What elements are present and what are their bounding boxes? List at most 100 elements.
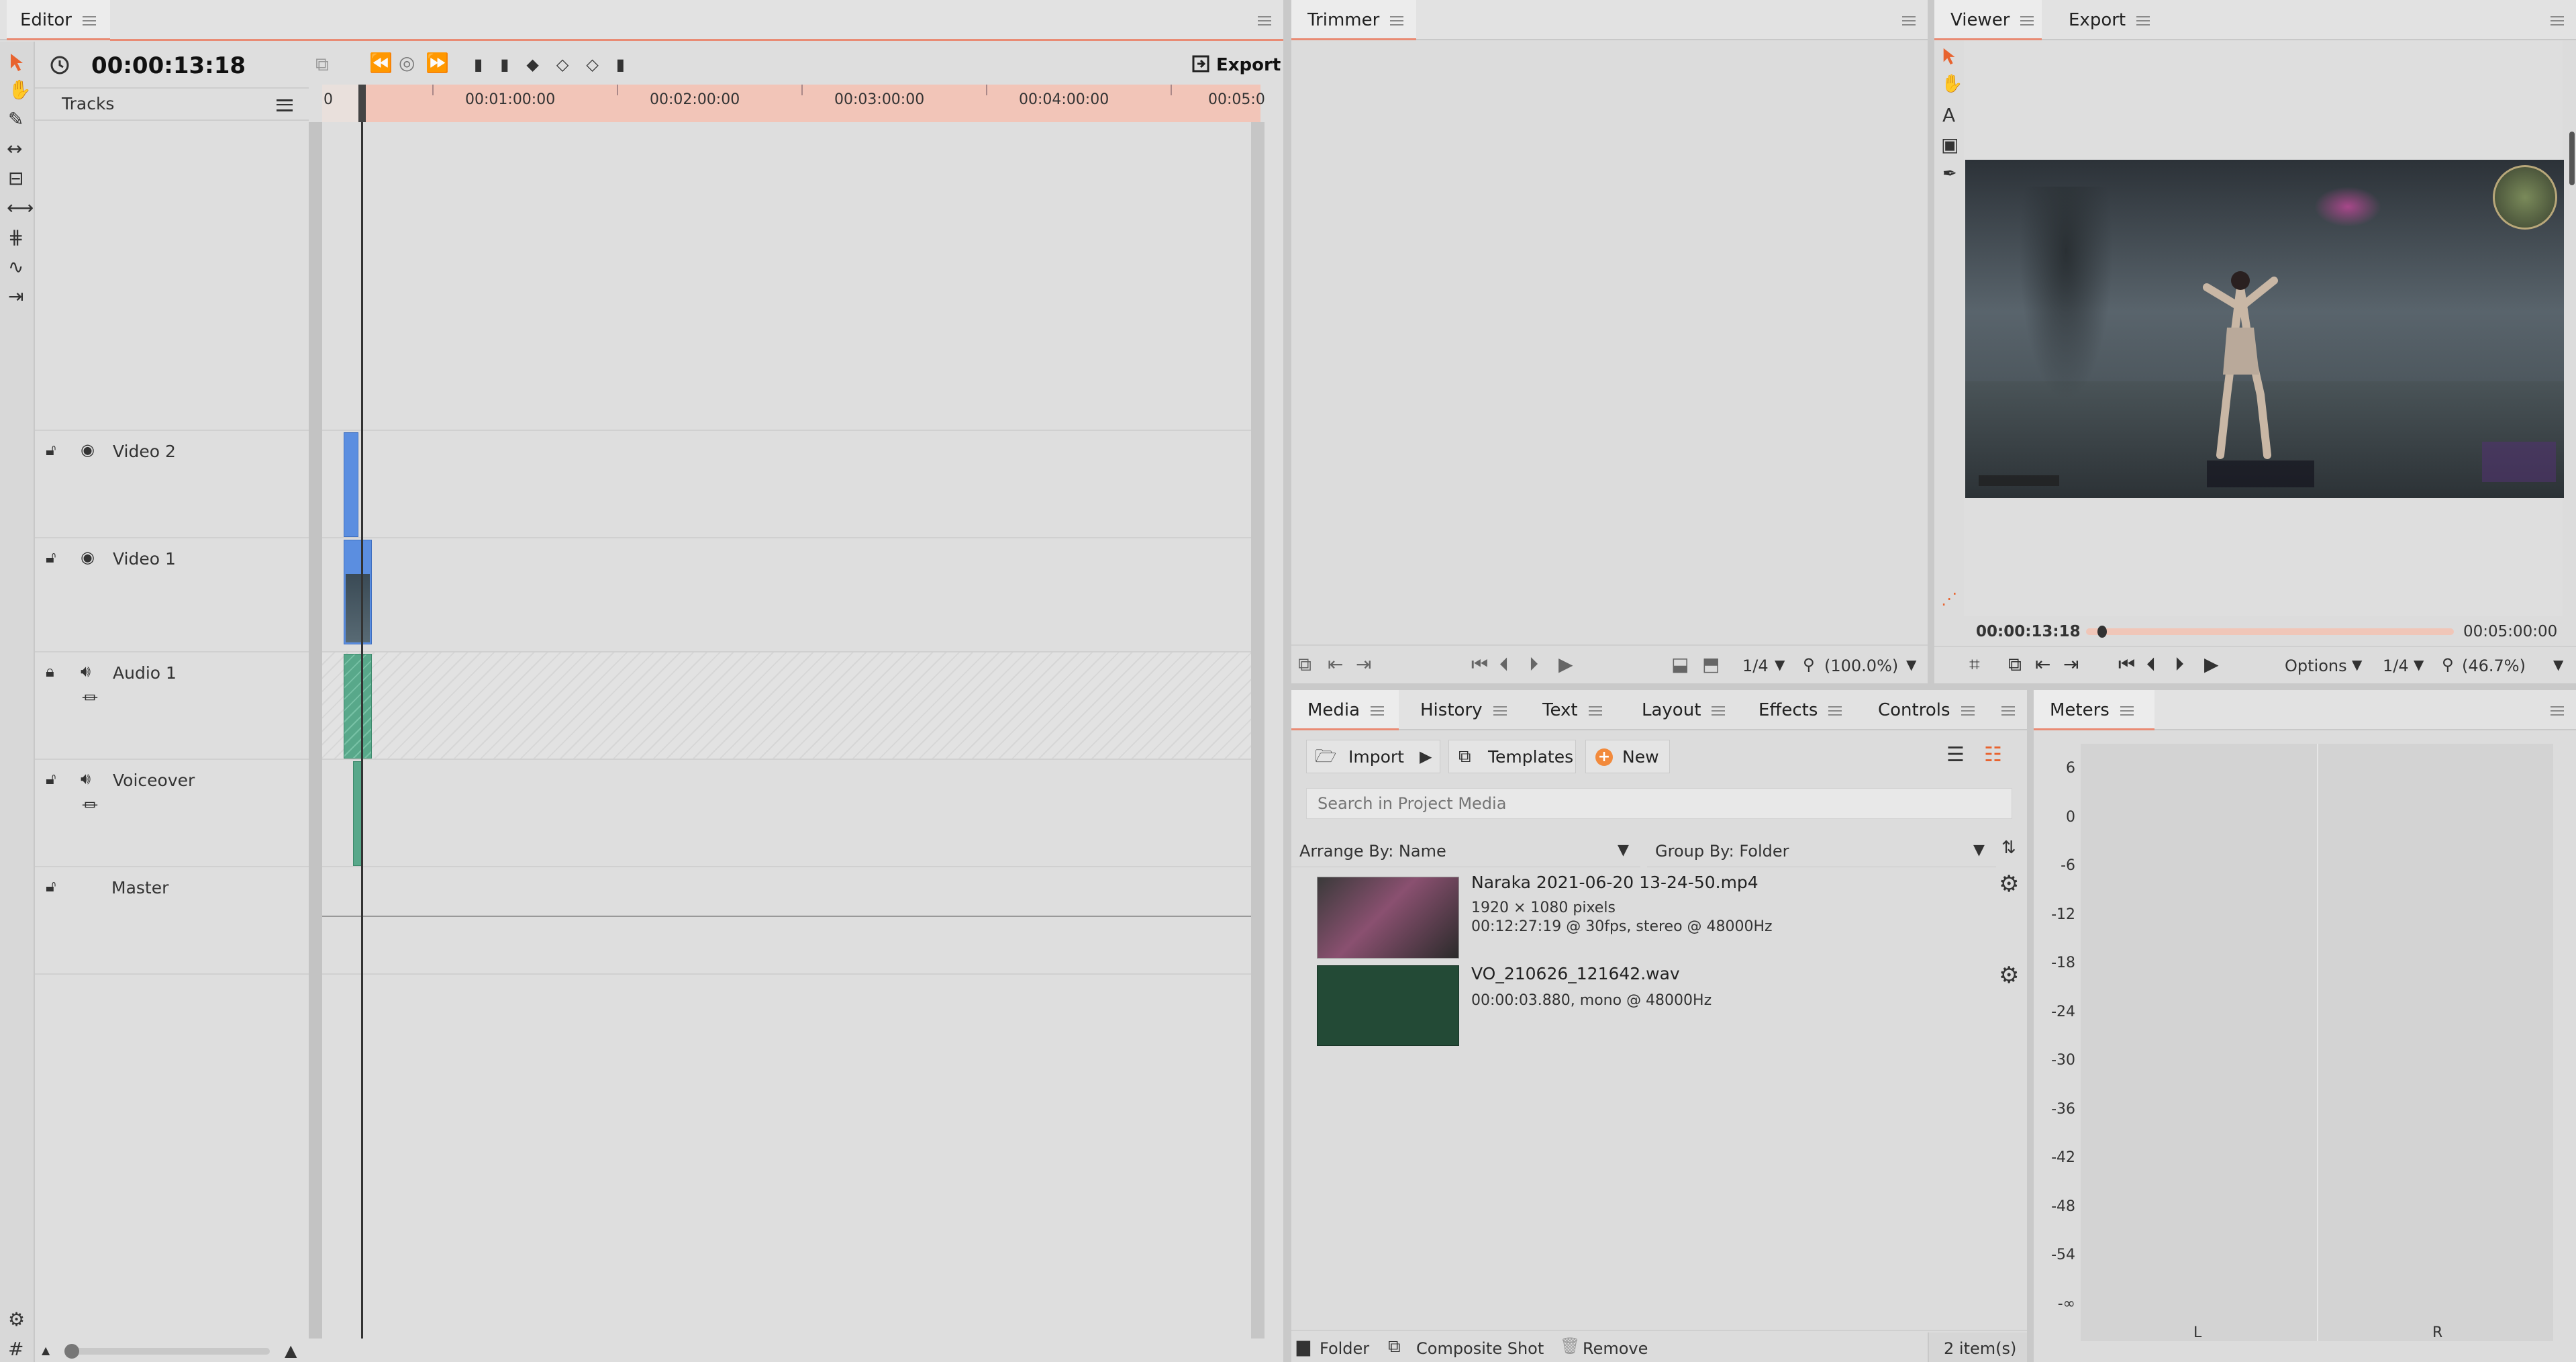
folder-button[interactable]: Folder bbox=[1320, 1339, 1369, 1358]
insert-icon[interactable]: ⇥ bbox=[8, 287, 23, 306]
step-forward-icon[interactable]: ⏵ bbox=[2175, 655, 2184, 674]
lane-audio-1[interactable] bbox=[322, 651, 1251, 759]
zoom-in-icon[interactable]: ▲ bbox=[285, 1343, 297, 1359]
menu-icon[interactable] bbox=[1371, 706, 1385, 716]
lock-icon[interactable]: 🔒︎ bbox=[46, 663, 54, 679]
eye-icon[interactable]: ◉ bbox=[81, 549, 95, 565]
trash-icon[interactable]: 🗑︎ bbox=[1560, 1338, 1580, 1354]
menu-icon[interactable] bbox=[1493, 706, 1507, 716]
slip-icon[interactable]: ↔ bbox=[7, 140, 22, 158]
track-header-audio-1[interactable]: 🔒︎ 🔊︎ Audio 1 ⏛ bbox=[35, 651, 309, 759]
tab-effects[interactable]: Effects bbox=[1758, 690, 1842, 730]
grid-icon[interactable]: # bbox=[8, 1340, 23, 1359]
step-forward-icon[interactable]: ⏵ bbox=[1529, 655, 1538, 674]
panel-menu-icon[interactable] bbox=[2001, 706, 2015, 716]
templates-button[interactable]: ⧉ Templates bbox=[1448, 740, 1576, 773]
ripple-icon[interactable]: ⟷ bbox=[7, 199, 34, 217]
timeline-area[interactable] bbox=[322, 85, 1251, 1339]
timeline-ruler[interactable]: 0 00:01:00:00 00:02:00:00 00:03:00:00 00… bbox=[322, 85, 1265, 122]
dropdown-arrow-icon[interactable]: ▼ bbox=[2352, 656, 2362, 673]
unlock-icon[interactable]: 🔓︎ bbox=[46, 771, 56, 787]
menu-icon[interactable] bbox=[82, 15, 96, 26]
viewer-resolution-select[interactable]: 1/4 bbox=[2383, 656, 2409, 675]
track-header-voiceover[interactable]: 🔓︎ 🔊︎ Voiceover ⏛ bbox=[35, 759, 309, 866]
pointer-icon[interactable] bbox=[1941, 47, 1959, 66]
viewer-zoom-select[interactable]: (46.7%) bbox=[2462, 656, 2526, 675]
tab-layout[interactable]: Layout bbox=[1642, 690, 1726, 730]
playhead-handle[interactable] bbox=[358, 85, 366, 122]
settings-icon[interactable]: ⚙ bbox=[8, 1310, 25, 1329]
tab-editor[interactable]: Editor bbox=[7, 0, 110, 40]
lane-master[interactable] bbox=[322, 866, 1251, 973]
dropdown-arrow-icon[interactable]: ▼ bbox=[2553, 656, 2563, 673]
panel-menu-icon[interactable] bbox=[2550, 706, 2564, 716]
waveform-icon[interactable]: ⏛ bbox=[82, 797, 98, 814]
menu-icon[interactable] bbox=[1961, 706, 1975, 716]
marker-tools[interactable]: ▮▮◆◇◇▮ bbox=[474, 55, 642, 74]
crop-icon[interactable]: ⧉ bbox=[2008, 655, 2022, 674]
step-back-icon[interactable]: ⏴ bbox=[2146, 655, 2156, 674]
zoom-slider-track[interactable] bbox=[68, 1348, 270, 1355]
tab-viewer[interactable]: Viewer bbox=[1934, 0, 2042, 40]
menu-icon[interactable] bbox=[1588, 706, 1602, 716]
panel-splitter[interactable] bbox=[1283, 0, 1291, 1362]
viewer-scrub-bar[interactable] bbox=[2086, 626, 2454, 638]
header-splitter[interactable] bbox=[309, 122, 322, 1339]
step-back-icon[interactable]: ⏴ bbox=[1499, 655, 1509, 674]
waveform-icon[interactable]: ⏛ bbox=[82, 690, 98, 706]
lane-voiceover[interactable] bbox=[322, 759, 1251, 866]
group-by-select[interactable]: Group By: Folder ▼ bbox=[1647, 834, 1996, 867]
horizontal-splitter[interactable] bbox=[1291, 683, 2576, 690]
eye-icon[interactable]: ◉ bbox=[81, 442, 95, 458]
track-header-video-2[interactable]: 🔓︎ ◉ Video 2 bbox=[35, 430, 309, 537]
composite-shot-button[interactable]: Composite Shot bbox=[1416, 1339, 1544, 1358]
zoom-out-icon[interactable]: ▲ bbox=[42, 1345, 50, 1356]
import-button[interactable]: 🗁 Import ▶ bbox=[1306, 740, 1440, 773]
timecode-display[interactable]: 00:00:13:18 bbox=[91, 52, 246, 79]
media-splitter[interactable] bbox=[2027, 690, 2034, 1362]
dropdown-arrow-icon[interactable]: ▼ bbox=[1906, 656, 1916, 673]
tab-meters[interactable]: Meters bbox=[2034, 690, 2154, 730]
detail-view-icon[interactable]: ☷ bbox=[1984, 745, 2002, 765]
panel-menu-icon[interactable] bbox=[1902, 16, 1916, 26]
viewer-scrub-thumb[interactable] bbox=[2097, 626, 2108, 638]
unlock-icon[interactable]: 🔓︎ bbox=[46, 549, 56, 565]
dropdown-arrow-icon[interactable]: ▼ bbox=[1775, 656, 1785, 673]
magnifier-icon[interactable]: ⚲ bbox=[2442, 655, 2454, 674]
pointer-icon[interactable] bbox=[8, 52, 27, 72]
speaker-icon[interactable]: 🔊︎ bbox=[81, 771, 91, 787]
tab-trimmer[interactable]: Trimmer bbox=[1291, 0, 1416, 40]
unlock-icon[interactable]: 🔓︎ bbox=[46, 442, 56, 458]
menu-icon[interactable] bbox=[2020, 15, 2034, 26]
pen-tool-icon[interactable]: ✒ bbox=[1942, 165, 1957, 183]
sort-icon[interactable]: ⇅ bbox=[2001, 839, 2016, 857]
razor-icon[interactable]: ✎ bbox=[8, 110, 23, 129]
new-button[interactable]: + New bbox=[1585, 740, 1670, 773]
list-view-icon[interactable]: ☰ bbox=[1946, 745, 1965, 765]
video-2-clip[interactable] bbox=[344, 432, 358, 537]
mark-in-icon[interactable]: ⇤ bbox=[1328, 655, 1343, 674]
play-icon[interactable]: ▶ bbox=[2204, 655, 2219, 674]
hand-icon[interactable]: ✋ bbox=[1941, 75, 1963, 93]
overwrite-clip-icon[interactable]: ⬒ bbox=[1702, 655, 1720, 674]
trimmer-zoom-select[interactable]: (100.0%) bbox=[1824, 656, 1898, 675]
folder-icon[interactable]: ▆ bbox=[1297, 1338, 1310, 1355]
curve-icon[interactable]: ∿ bbox=[8, 258, 23, 277]
lane-video-1[interactable] bbox=[322, 537, 1251, 644]
export-icon[interactable] bbox=[1191, 54, 1211, 74]
menu-icon[interactable] bbox=[1828, 706, 1842, 716]
video-1-clip[interactable] bbox=[344, 540, 372, 644]
track-header-video-1[interactable]: 🔓︎ ◉ Video 1 bbox=[35, 537, 309, 644]
unlock-icon[interactable]: 🔓︎ bbox=[46, 878, 56, 894]
motion-path-icon[interactable]: ⋰ bbox=[1941, 591, 1957, 607]
record-icon[interactable]: ◎ bbox=[399, 54, 415, 72]
hand-icon[interactable]: ✋ bbox=[8, 81, 32, 99]
roll-icon[interactable]: ⋕ bbox=[8, 228, 23, 247]
viewer-canvas[interactable] bbox=[1964, 40, 2564, 616]
panel-menu-icon[interactable] bbox=[2550, 16, 2564, 26]
track-header-master[interactable]: 🔓︎ Master bbox=[35, 866, 309, 973]
speaker-icon[interactable]: 🔊︎ bbox=[81, 663, 91, 679]
lane-video-2[interactable] bbox=[322, 430, 1251, 537]
snapshot-icon[interactable]: ⧉ bbox=[315, 55, 329, 74]
audio-1-clip[interactable] bbox=[344, 654, 372, 759]
